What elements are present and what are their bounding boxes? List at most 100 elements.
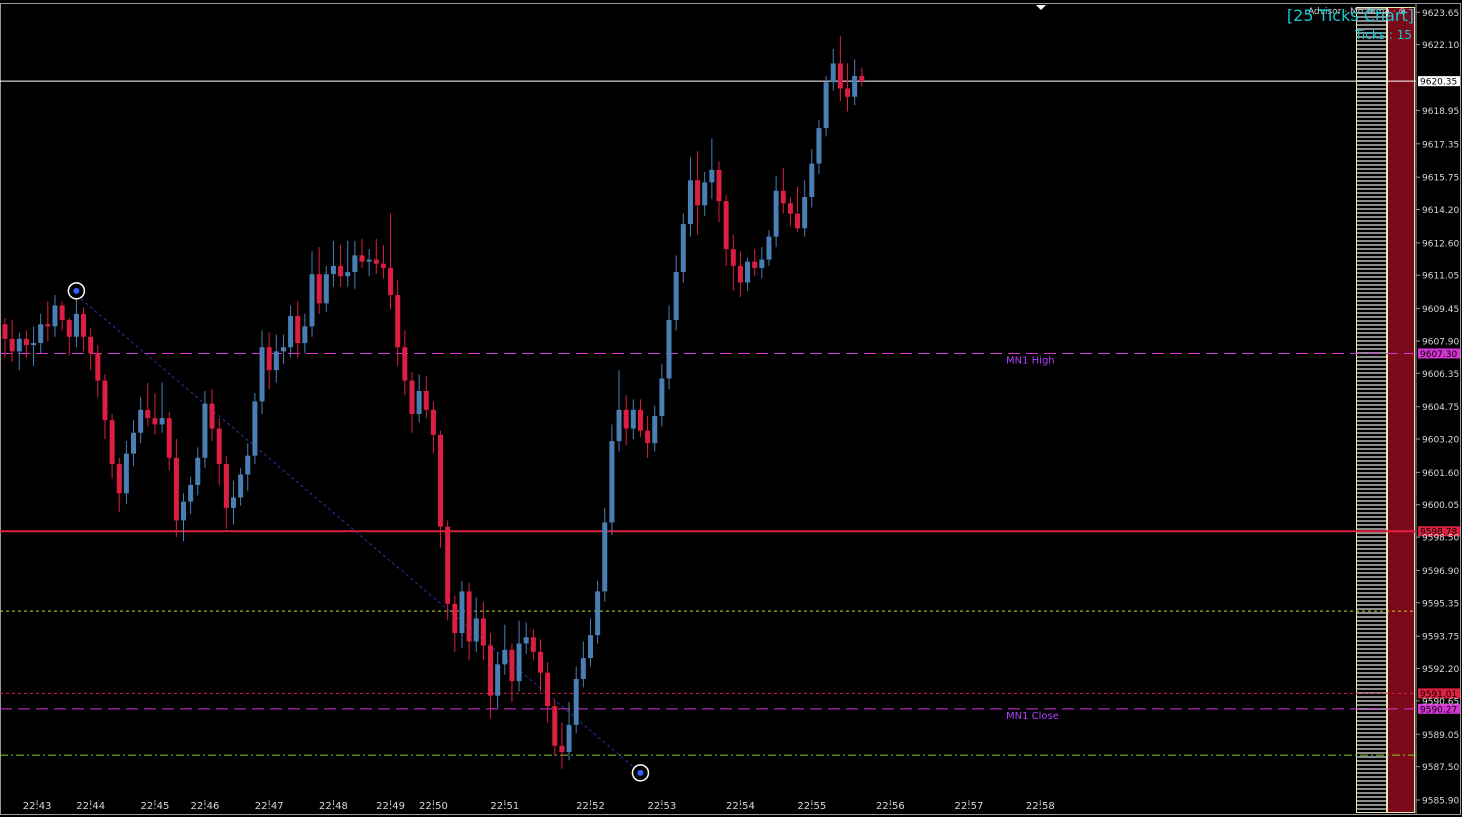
y-tick-label: 9612.60: [1422, 239, 1459, 249]
candle-bull: [288, 315, 294, 348]
candle-bull: [609, 441, 615, 523]
candle-bull: [516, 643, 522, 682]
candle-bear: [359, 255, 365, 262]
candle-bear: [145, 409, 151, 419]
candle-bear: [466, 591, 472, 642]
trend-end-marker-dot: [637, 769, 644, 776]
trend-start-marker-dot: [73, 287, 80, 294]
candle-bear: [9, 338, 15, 352]
candle-bull: [666, 320, 672, 379]
y-tick-label: 9595.35: [1422, 599, 1459, 609]
candle-bear: [637, 409, 643, 431]
candle-bull: [659, 378, 665, 417]
y-tick-label: 9600.05: [1422, 501, 1459, 511]
candle-bull: [473, 618, 479, 642]
candle-bull: [202, 403, 208, 458]
x-tick-label: 22:52: [576, 801, 605, 812]
candle-bull: [159, 418, 165, 425]
candle-bull: [16, 338, 22, 352]
candle-bull: [459, 591, 465, 634]
candle-bear: [859, 75, 865, 82]
y-tick-label: 9618.95: [1422, 107, 1459, 117]
y-tick-label: 9622.10: [1422, 41, 1459, 51]
candle-bull: [352, 255, 358, 273]
candle-bear: [95, 353, 101, 381]
candle-bear: [545, 672, 551, 707]
candle-bear: [102, 380, 108, 421]
candle-bear: [780, 190, 786, 204]
candle-bear: [316, 274, 322, 304]
x-tick-label: 22:48: [319, 801, 348, 812]
candle-bear: [409, 380, 415, 414]
candle-bear: [695, 180, 701, 206]
candle-bull: [131, 432, 137, 454]
y-tick-label: 9587.50: [1422, 763, 1459, 773]
y-tick-label: 9604.75: [1422, 403, 1459, 413]
candle-bear: [795, 213, 801, 229]
candle-bear: [530, 637, 536, 652]
candle-bull: [745, 261, 751, 283]
candle-bear: [752, 261, 758, 268]
candle-bear: [730, 249, 736, 266]
candle-bull: [302, 326, 308, 344]
y-tick-label: 9609.45: [1422, 305, 1459, 315]
candle-bull: [273, 351, 279, 371]
x-tick-label: 22:43: [23, 801, 52, 812]
y-tick-label: 9606.35: [1422, 370, 1459, 380]
candlestick-chart[interactable]: 9620.359607.30MN1 High9598.789591.019590…: [0, 0, 1462, 817]
candle-bear: [402, 347, 408, 381]
candle-bear: [445, 526, 451, 604]
candle-bull: [238, 474, 244, 498]
x-tick-label: 22:58: [1026, 801, 1055, 812]
candle-bull: [195, 457, 201, 485]
candle-bear: [845, 88, 851, 97]
candle-bull: [523, 637, 529, 644]
x-tick-label: 22:55: [797, 801, 826, 812]
level-text-mn-high: MN1 High: [1006, 355, 1055, 366]
candle-bear: [716, 169, 722, 202]
candle-bull: [709, 169, 715, 183]
candle-bull: [587, 635, 593, 659]
candle-bull: [759, 259, 765, 268]
price-tag-label-mn-high: 9607.30: [1420, 350, 1457, 360]
candle-bull: [852, 75, 858, 97]
x-tick-label: 22:45: [141, 801, 170, 812]
candle-bull: [138, 409, 144, 433]
candle-bear: [223, 464, 229, 508]
candle-bull: [687, 180, 693, 225]
candle-bear: [430, 409, 436, 435]
x-tick-label: 22:51: [490, 801, 519, 812]
candle-bull: [245, 455, 251, 475]
candle-bull: [766, 236, 772, 260]
x-tick-label: 22:54: [726, 801, 755, 812]
y-tick-label: 9596.90: [1422, 567, 1459, 577]
candle-bull: [73, 313, 79, 337]
candle-bull: [495, 664, 501, 696]
candle-bull: [616, 409, 622, 442]
candle-bull: [188, 484, 194, 502]
y-tick-label: 9593.75: [1422, 633, 1459, 643]
candle-bear: [209, 403, 215, 429]
candle-bull: [230, 497, 236, 508]
candle-bear: [373, 259, 379, 264]
candle-bear: [2, 324, 8, 339]
y-tick-label: 9589.05: [1422, 731, 1459, 741]
x-tick-label: 22:44: [76, 801, 105, 812]
y-tick-label: 9611.05: [1422, 272, 1459, 282]
candle-bear: [45, 324, 51, 327]
candle-bull: [31, 343, 37, 346]
shift-marker-icon: [1036, 5, 1046, 10]
candle-bear: [380, 263, 386, 268]
candle-bear: [388, 267, 394, 296]
candle-bear: [338, 265, 344, 277]
candle-bull: [330, 265, 336, 275]
level-text-mn-close: MN1 Close: [1006, 711, 1059, 722]
candle-bull: [830, 63, 836, 83]
candle-bull: [566, 724, 572, 753]
y-tick-label: 9585.90: [1422, 797, 1459, 807]
candle-bear: [737, 265, 743, 283]
candle-bear: [509, 649, 515, 682]
candle-bear: [787, 203, 793, 214]
x-tick-label: 22:53: [647, 801, 676, 812]
candle-bear: [59, 305, 65, 321]
